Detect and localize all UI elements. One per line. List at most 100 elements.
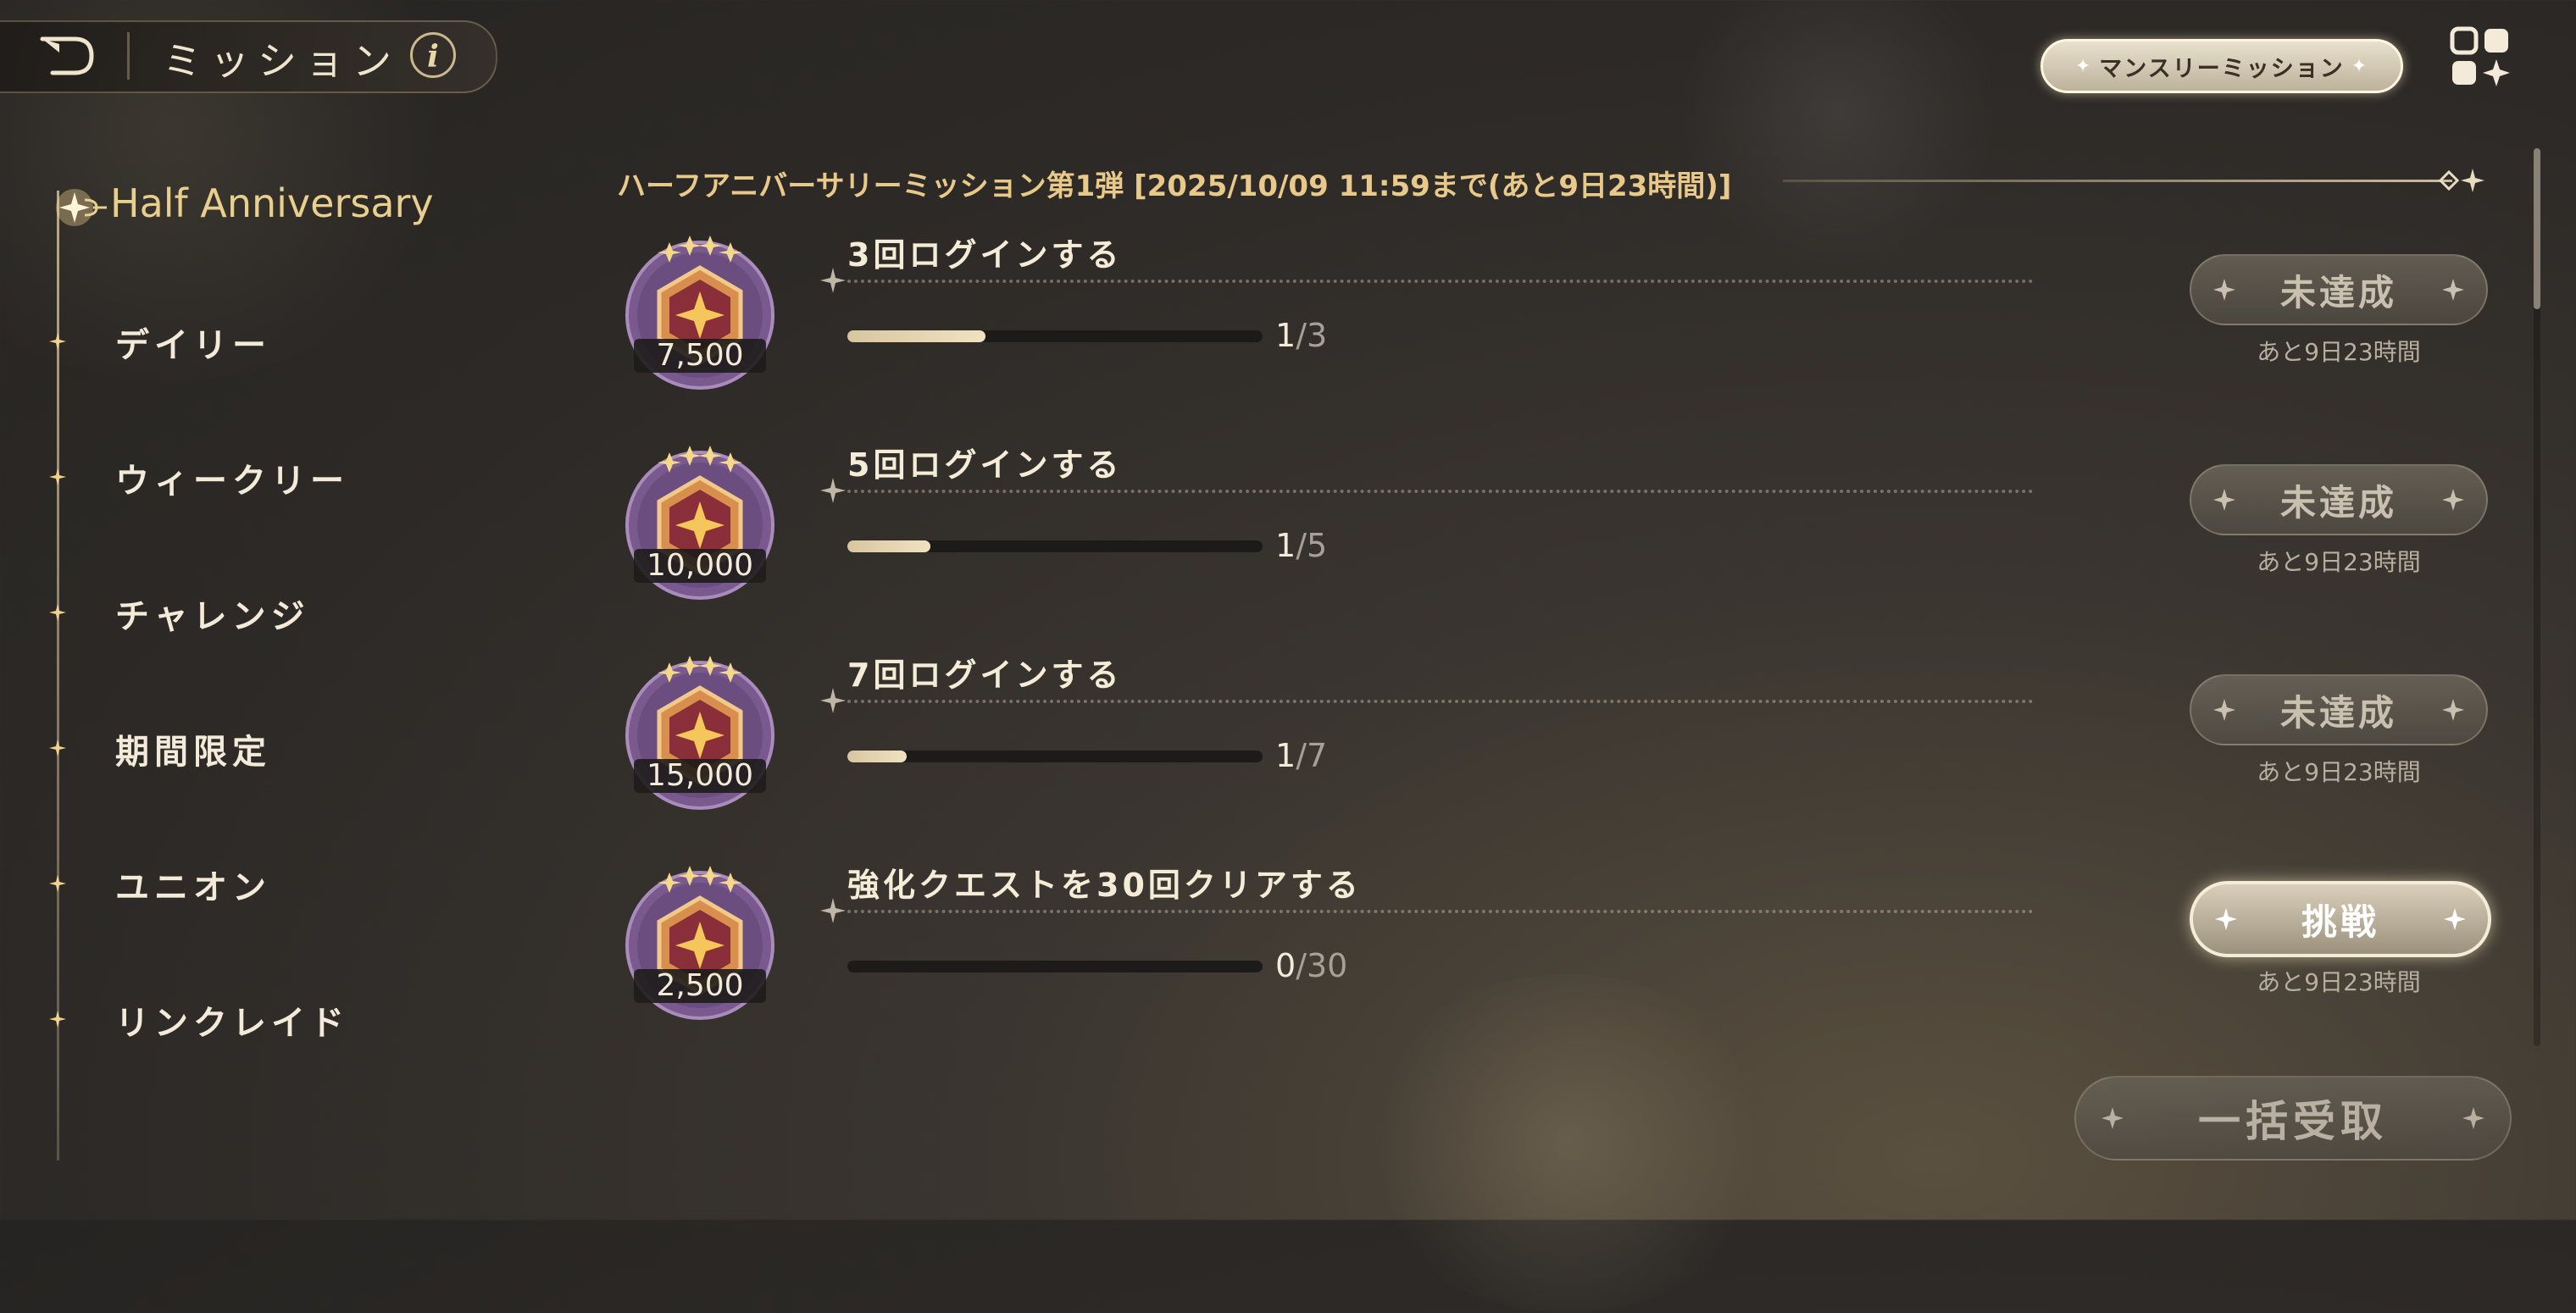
progress-bar <box>847 540 1263 552</box>
section-divider <box>1783 180 2452 182</box>
mission-title: 3回ログインする <box>847 236 1123 274</box>
progress-text: 1/5 <box>1275 527 1327 564</box>
progress-total: /7 <box>1296 737 1328 774</box>
sidebar-item-daily[interactable]: デイリー <box>0 314 441 365</box>
time-remaining: あと9日23時間 <box>2257 758 2421 786</box>
time-remaining: あと9日23時間 <box>2257 338 2421 366</box>
progress-text: 1/3 <box>1275 317 1327 354</box>
challenge-button[interactable]: 挑戦 <box>2190 881 2491 957</box>
sidebar-item-label: リンクレイド <box>115 1004 349 1043</box>
back-arrow-icon <box>40 36 94 75</box>
progress-total: /3 <box>1296 317 1328 354</box>
dotted-divider <box>847 700 2034 703</box>
progress-fill <box>847 751 908 762</box>
grid-menu-icon <box>2450 26 2510 86</box>
progress-current: 1 <box>1275 317 1296 354</box>
mission-row: 15,000 7回ログインする 1/7 未達成 あと9日23時間 <box>593 632 2508 818</box>
sparkle-icon <box>2442 489 2464 511</box>
sparkle-icon <box>2215 908 2237 930</box>
sidebar-item-limited[interactable]: 期間限定 <box>0 721 441 772</box>
info-button[interactable]: i <box>410 32 456 78</box>
progress-bar <box>847 961 1263 972</box>
status-button-incomplete[interactable]: 未達成 <box>2190 464 2488 535</box>
status-button-incomplete[interactable]: 未達成 <box>2190 674 2488 745</box>
dotted-divider <box>847 910 2034 913</box>
status-label: 未達成 <box>2279 481 2397 524</box>
progress-current: 1 <box>1275 737 1296 774</box>
dotted-divider <box>847 280 2034 283</box>
progress-current: 0 <box>1275 947 1296 984</box>
sidebar-item-label: ウィークリー <box>115 462 349 501</box>
progress-text: 1/7 <box>1275 737 1327 774</box>
sidebar-item-link-raid[interactable]: リンクレイド <box>0 992 441 1043</box>
progress-fill <box>847 540 930 552</box>
sparkle-icon <box>49 740 66 756</box>
sparkle-icon <box>2444 908 2466 930</box>
sparkle-icon: ✦ <box>2351 55 2369 77</box>
sidebar-item-label: ユニオン <box>115 868 271 907</box>
sparkle-icon <box>2442 699 2464 721</box>
progress-total: /5 <box>1296 527 1328 564</box>
progress-fill <box>847 330 986 342</box>
sparkle-icon <box>820 478 846 503</box>
reward-medal-icon <box>625 446 774 600</box>
reward-medal-icon <box>625 656 774 810</box>
sparkle-icon <box>49 1011 66 1028</box>
reward-medal-icon <box>625 235 774 390</box>
monthly-mission-label: マンスリーミッション <box>2099 55 2345 82</box>
progress-total: /30 <box>1296 947 1348 984</box>
scrollbar-thumb[interactable] <box>2534 148 2540 309</box>
reward-count: 10,000 <box>634 549 766 583</box>
progress-current: 1 <box>1275 527 1296 564</box>
progress-text: 0/30 <box>1275 947 1347 984</box>
reward-medal-icon <box>625 866 774 1020</box>
sidebar-item-label: デイリー <box>115 326 271 365</box>
status-label: 未達成 <box>2279 271 2397 313</box>
page-title: ミッション <box>163 38 400 84</box>
sidebar-item-label: 期間限定 <box>115 733 271 772</box>
sparkle-icon <box>820 268 846 293</box>
sparkle-icon <box>820 688 846 713</box>
header-divider <box>127 32 130 80</box>
mission-title: 7回ログインする <box>847 656 1123 694</box>
mission-row: 10,000 5回ログインする 1/5 未達成 あと9日23時間 <box>593 422 2508 608</box>
mission-title: 5回ログインする <box>847 446 1123 484</box>
reward-count: 7,500 <box>634 339 766 373</box>
progress-bar <box>847 751 1263 762</box>
menu-button[interactable] <box>2447 25 2515 90</box>
progress-bar <box>847 330 1263 342</box>
sparkle-icon: ✦ <box>2074 55 2093 77</box>
mission-title: 強化クエストを30回クリアする <box>847 867 1362 904</box>
sidebar-item-union[interactable]: ユニオン <box>0 856 441 907</box>
bulk-receive-label: 一括受取 <box>2198 1097 2388 1146</box>
sparkle-icon <box>2213 699 2235 721</box>
status-label: 未達成 <box>2279 691 2397 734</box>
sidebar-item-weekly[interactable]: ウィークリー <box>0 450 441 501</box>
reward-count: 2,500 <box>634 969 766 1003</box>
mission-row: 2,500 強化クエストを30回クリアする 0/30 挑戦 あと9日23時間 <box>593 842 2508 1028</box>
mission-row: 7,500 3回ログインする 1/3 未達成 あと9日23時間 <box>593 212 2508 398</box>
sparkle-icon <box>2213 279 2235 301</box>
status-label: 挑戦 <box>2301 900 2379 943</box>
sparkle-icon <box>49 604 66 621</box>
sparkle-icon <box>2213 489 2235 511</box>
sparkle-icon <box>49 875 66 892</box>
sparkle-icon <box>2101 1107 2124 1129</box>
sidebar-item-label: チャレンジ <box>115 597 310 636</box>
monthly-mission-button[interactable]: ✦ マンスリーミッション ✦ <box>2040 39 2403 93</box>
time-remaining: あと9日23時間 <box>2257 548 2421 576</box>
sparkle-icon <box>49 468 66 485</box>
section-title: ハーフアニバーサリーミッション第1弾 [2025/10/09 11:59まで(あ… <box>617 169 1732 203</box>
status-button-incomplete[interactable]: 未達成 <box>2190 254 2488 325</box>
sidebar-item-challenge[interactable]: チャレンジ <box>0 585 441 636</box>
sparkle-icon <box>2442 279 2464 301</box>
sidebar-item-half-anniversary[interactable]: Half Anniversary <box>110 180 434 226</box>
bulk-receive-button[interactable]: 一括受取 <box>2074 1076 2512 1161</box>
ornament-icon <box>2438 169 2484 192</box>
reward-count: 15,000 <box>634 759 766 793</box>
time-remaining: あと9日23時間 <box>2257 968 2421 996</box>
sparkle-icon <box>2462 1107 2484 1129</box>
dotted-divider <box>847 490 2034 493</box>
back-button[interactable] <box>34 32 102 80</box>
sparkle-icon <box>820 898 846 923</box>
